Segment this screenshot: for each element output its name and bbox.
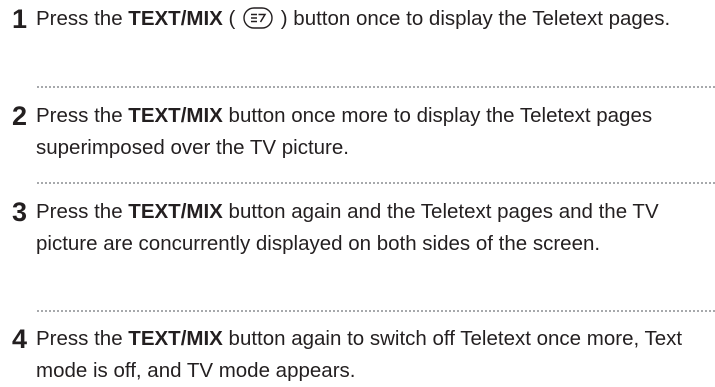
step-3: 3 Press the TEXT/MIX button again and th… — [0, 195, 715, 260]
button-name: TEXT/MIX — [128, 7, 223, 30]
paren-open: ( — [222, 7, 236, 30]
step-text: Press the TEXT/MIX ( ) button once to di… — [36, 2, 696, 35]
step-number: 4 — [12, 324, 28, 354]
button-name: TEXT/MIX — [128, 200, 223, 223]
step-2: 2 Press the TEXT/MIX button once more to… — [0, 99, 715, 164]
step-text: Press the TEXT/MIX button once more to d… — [36, 99, 696, 164]
step-number: 2 — [12, 101, 28, 131]
button-name: TEXT/MIX — [128, 327, 223, 350]
teletext-mix-button-icon — [243, 6, 273, 29]
step-text: Press the TEXT/MIX button again to switc… — [36, 322, 696, 387]
step-text-pre: Press the — [36, 200, 129, 223]
dotted-divider — [37, 182, 715, 184]
step-text-pre: Press the — [36, 327, 129, 350]
step-4: 4 Press the TEXT/MIX button again to swi… — [0, 322, 715, 387]
step-text-post: ) button once to display the Teletext pa… — [275, 7, 671, 30]
button-name: TEXT/MIX — [128, 104, 223, 127]
step-text-pre: Press the — [36, 7, 129, 30]
dotted-divider — [37, 86, 715, 88]
step-1: 1 Press the TEXT/MIX ( ) button once to … — [0, 2, 715, 36]
step-text-pre: Press the — [36, 104, 129, 127]
step-number: 1 — [12, 4, 28, 34]
dotted-divider — [37, 310, 715, 312]
instruction-list: 1 Press the TEXT/MIX ( ) button once to … — [0, 0, 715, 387]
step-number: 3 — [12, 197, 28, 227]
step-text: Press the TEXT/MIX button again and the … — [36, 195, 696, 260]
